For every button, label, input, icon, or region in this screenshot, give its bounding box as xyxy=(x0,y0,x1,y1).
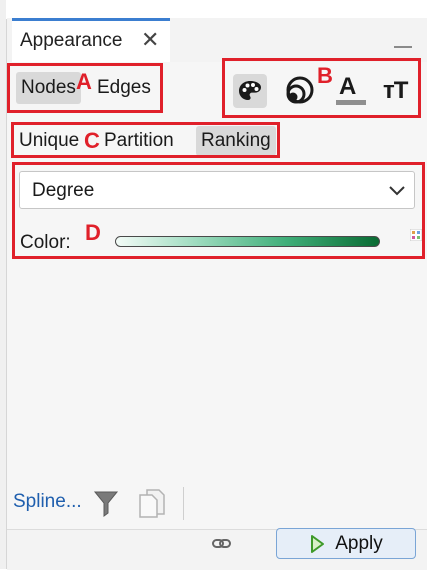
annotation-label-b: B xyxy=(317,63,333,88)
filter-icon xyxy=(93,491,119,517)
apply-button[interactable]: Apply xyxy=(276,528,416,559)
annotation-box-d xyxy=(12,162,425,259)
link-icon xyxy=(212,539,231,548)
copy-icon xyxy=(139,489,165,518)
window-top xyxy=(6,0,427,19)
left-edge xyxy=(0,0,7,569)
annotation-label-a: A xyxy=(76,69,92,94)
annotation-box-c xyxy=(11,122,280,158)
close-icon[interactable]: ✕ xyxy=(141,29,159,51)
link-button[interactable] xyxy=(211,536,233,552)
play-icon xyxy=(311,534,325,553)
tab-title: Appearance xyxy=(20,30,123,51)
minimize-icon[interactable] xyxy=(394,46,412,48)
annotation-label-d: D xyxy=(85,220,101,245)
apply-label: Apply xyxy=(335,532,383,554)
annotation-label-c: C xyxy=(84,128,100,153)
filter-button[interactable] xyxy=(93,488,119,518)
spline-link[interactable]: Spline... xyxy=(13,491,82,513)
toolbar-divider xyxy=(183,487,184,520)
copy-button[interactable] xyxy=(137,487,167,519)
